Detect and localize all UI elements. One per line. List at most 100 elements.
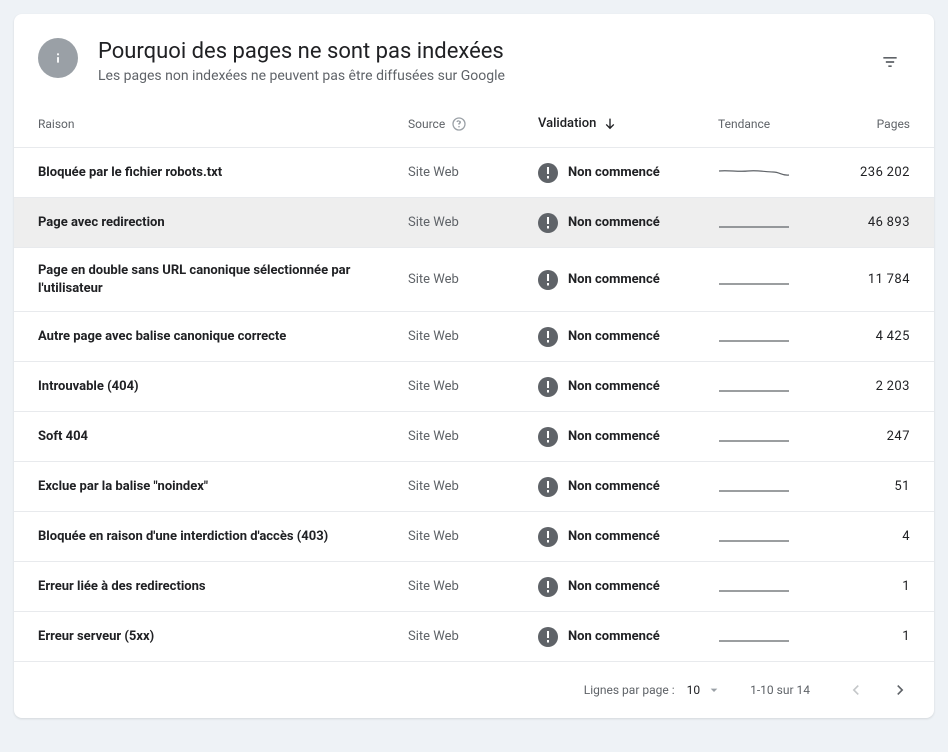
sparkline xyxy=(718,377,790,397)
help-icon[interactable] xyxy=(451,116,467,132)
cell-source: Site Web xyxy=(408,272,538,287)
cell-reason: Erreur liée à des redirections xyxy=(38,578,408,596)
sparkline xyxy=(718,477,790,497)
cell-reason: Page avec redirection xyxy=(38,214,408,232)
cell-trend xyxy=(718,427,818,447)
table-row[interactable]: Soft 404 Site Web Non commencé 247 xyxy=(14,412,934,462)
cell-reason: Bloquée en raison d'une interdiction d'a… xyxy=(38,528,408,546)
table-row[interactable]: Page en double sans URL canonique sélect… xyxy=(14,248,934,312)
cell-validation: Non commencé xyxy=(538,527,718,547)
cell-validation: Non commencé xyxy=(538,163,718,183)
header-text: Pourquoi des pages ne sont pas indexées … xyxy=(98,38,870,84)
cell-reason: Erreur serveur (5xx) xyxy=(38,628,408,646)
col-source-label: Source xyxy=(408,117,445,131)
table-row[interactable]: Autre page avec balise canonique correct… xyxy=(14,312,934,362)
table-row[interactable]: Erreur liée à des redirections Site Web … xyxy=(14,562,934,612)
chevron-right-icon xyxy=(890,680,910,700)
cell-pages: 247 xyxy=(818,429,910,444)
table-header-row: Raison Source Validation Tendance Pages xyxy=(14,100,934,148)
validation-label: Non commencé xyxy=(568,579,660,594)
validation-label: Non commencé xyxy=(568,529,660,544)
cell-pages: 4 xyxy=(818,529,910,544)
table-row[interactable]: Introuvable (404) Site Web Non commencé … xyxy=(14,362,934,412)
table-row[interactable]: Erreur serveur (5xx) Site Web Non commen… xyxy=(14,612,934,662)
col-trend[interactable]: Tendance xyxy=(718,117,818,131)
cell-reason: Bloquée par le fichier robots.txt xyxy=(38,164,408,182)
cell-trend xyxy=(718,627,818,647)
col-reason[interactable]: Raison xyxy=(38,117,408,131)
cell-trend xyxy=(718,327,818,347)
table-row[interactable]: Exclue par la balise "noindex" Site Web … xyxy=(14,462,934,512)
col-source[interactable]: Source xyxy=(408,116,538,132)
chevron-left-icon xyxy=(846,680,866,700)
sparkline xyxy=(718,427,790,447)
prev-page-button[interactable] xyxy=(838,672,874,708)
indexing-reasons-card: Pourquoi des pages ne sont pas indexées … xyxy=(14,14,934,718)
pagination-range: 1-10 sur 14 xyxy=(750,683,810,697)
sparkline xyxy=(718,213,790,233)
cell-trend xyxy=(718,577,818,597)
status-icon xyxy=(538,427,558,447)
page-title: Pourquoi des pages ne sont pas indexées xyxy=(98,38,870,66)
col-validation[interactable]: Validation xyxy=(538,116,718,132)
cell-source: Site Web xyxy=(408,579,538,594)
table-row[interactable]: Bloquée en raison d'une interdiction d'a… xyxy=(14,512,934,562)
cell-pages: 236 202 xyxy=(818,165,910,180)
table-row[interactable]: Page avec redirection Site Web Non comme… xyxy=(14,198,934,248)
sparkline xyxy=(718,270,790,290)
cell-pages: 46 893 xyxy=(818,215,910,230)
status-icon xyxy=(538,377,558,397)
validation-label: Non commencé xyxy=(568,429,660,444)
table-footer: Lignes par page : 10 1-10 sur 14 xyxy=(14,662,934,718)
cell-validation: Non commencé xyxy=(538,213,718,233)
status-icon xyxy=(538,270,558,290)
rows-per-page-label: Lignes par page : xyxy=(584,683,675,697)
sparkline xyxy=(718,527,790,547)
cell-pages: 4 425 xyxy=(818,329,910,344)
col-reason-label: Raison xyxy=(38,117,75,131)
cell-source: Site Web xyxy=(408,379,538,394)
next-page-button[interactable] xyxy=(882,672,918,708)
cell-reason: Autre page avec balise canonique correct… xyxy=(38,328,408,346)
validation-label: Non commencé xyxy=(568,329,660,344)
status-icon xyxy=(538,327,558,347)
cell-validation: Non commencé xyxy=(538,477,718,497)
info-icon xyxy=(38,38,78,78)
cell-trend xyxy=(718,270,818,290)
validation-label: Non commencé xyxy=(568,629,660,644)
filter-icon xyxy=(880,52,900,72)
rows-per-page-select[interactable]: 10 xyxy=(687,682,723,698)
validation-label: Non commencé xyxy=(568,165,660,180)
cell-trend xyxy=(718,213,818,233)
cell-source: Site Web xyxy=(408,529,538,544)
status-icon xyxy=(538,527,558,547)
cell-pages: 1 xyxy=(818,579,910,594)
sparkline xyxy=(718,577,790,597)
cell-validation: Non commencé xyxy=(538,327,718,347)
cell-reason: Page en double sans URL canonique sélect… xyxy=(38,262,408,298)
cell-source: Site Web xyxy=(408,215,538,230)
col-pages[interactable]: Pages xyxy=(818,117,910,131)
validation-label: Non commencé xyxy=(568,479,660,494)
sparkline xyxy=(718,327,790,347)
col-pages-label: Pages xyxy=(877,117,910,131)
card-header: Pourquoi des pages ne sont pas indexées … xyxy=(14,14,934,100)
cell-source: Site Web xyxy=(408,629,538,644)
cell-reason: Soft 404 xyxy=(38,428,408,446)
cell-validation: Non commencé xyxy=(538,577,718,597)
col-validation-label: Validation xyxy=(538,116,596,131)
rows-per-page: Lignes par page : 10 xyxy=(584,682,722,698)
cell-validation: Non commencé xyxy=(538,627,718,647)
filter-button[interactable] xyxy=(870,42,910,82)
cell-validation: Non commencé xyxy=(538,377,718,397)
cell-trend xyxy=(718,527,818,547)
status-icon xyxy=(538,627,558,647)
pager xyxy=(838,672,918,708)
cell-trend xyxy=(718,163,818,183)
status-icon xyxy=(538,213,558,233)
table-row[interactable]: Bloquée par le fichier robots.txt Site W… xyxy=(14,148,934,198)
page-subtitle: Les pages non indexées ne peuvent pas êt… xyxy=(98,68,870,84)
validation-label: Non commencé xyxy=(568,272,660,287)
dropdown-icon xyxy=(706,682,722,698)
cell-pages: 51 xyxy=(818,479,910,494)
